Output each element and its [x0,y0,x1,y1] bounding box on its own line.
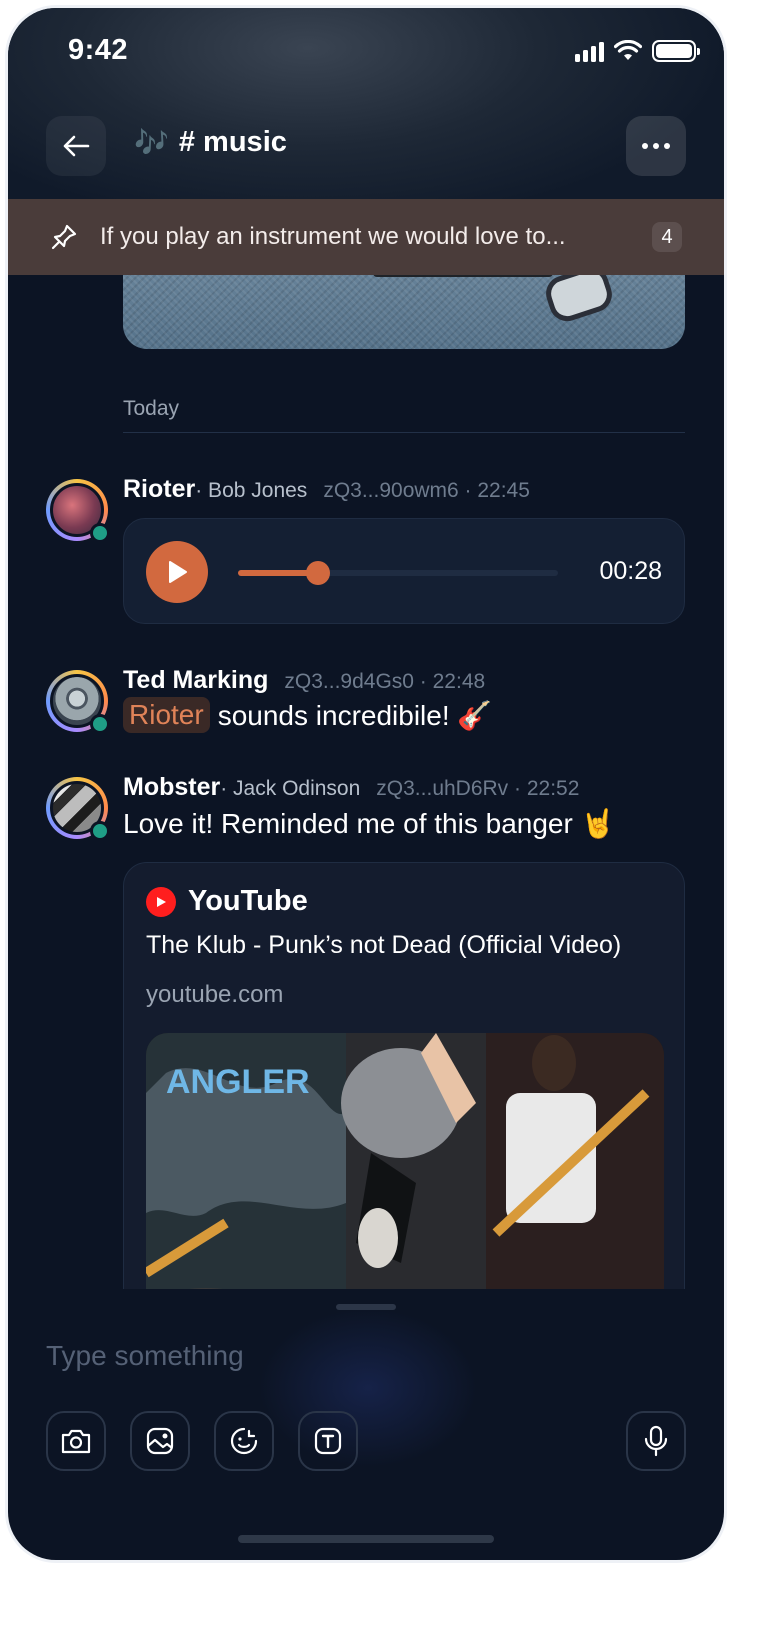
link-title: The Klub - Punk’s not Dead (Official Vid… [146,931,622,959]
username[interactable]: Ted Marking [123,666,268,695]
microphone-icon [644,1425,668,1457]
display-name: · Jack Odinson [220,777,361,800]
message-feed[interactable]: Today Rioter · Bob Jones zQ3...90owm6 · … [8,275,724,1289]
audio-scrubber-handle[interactable] [306,561,330,585]
display-name: · Bob Jones [195,479,308,502]
voice-record-button[interactable] [626,1411,686,1471]
audio-progress-track[interactable] [238,561,558,585]
link-preview-card[interactable]: YouTube The Klub - Punk’s not Dead (Offi… [123,862,685,1289]
avatar[interactable] [46,670,110,734]
username[interactable]: Mobster [123,773,220,802]
battery-icon [652,40,700,62]
link-domain: youtube.com [146,981,284,1008]
home-indicator [238,1535,494,1543]
day-divider [123,432,685,433]
link-source: YouTube [146,885,308,918]
camera-icon [61,1429,91,1454]
back-button[interactable] [46,116,106,176]
phone-screen: 9:42 🎶 # music If you play an instrument… [8,8,724,1560]
more-options-button[interactable] [626,116,686,176]
composer-glow [258,1308,478,1468]
day-divider-label: Today [123,397,180,420]
username[interactable]: Rioter [123,475,195,504]
message-text: Rioter sounds incredibile! 🎸 [123,697,492,733]
play-icon [169,561,187,583]
previous-image-attachment[interactable] [123,275,685,349]
cellular-signal-icon [575,40,604,62]
image-icon [146,1427,174,1455]
text-format-button[interactable] [298,1411,358,1471]
pinned-message-text: If you play an instrument we would love … [100,223,566,250]
message-header: Rioter · Bob Jones zQ3...90owm6 · 22:45 [123,475,530,504]
message-input[interactable]: Type something [46,1340,244,1372]
avatar[interactable] [46,479,110,543]
message-header: Mobster · Jack Odinson zQ3...uhD6Rv · 22… [123,773,579,802]
video-thumbnail[interactable]: ANGLER [146,1033,664,1289]
wifi-icon [614,40,642,60]
online-status-indicator [90,523,110,543]
message-meta: zQ3...uhD6Rv · 22:52 [376,777,580,800]
image-button[interactable] [130,1411,190,1471]
arrow-left-icon [63,135,90,157]
channel-title: 🎶 # music [134,126,287,159]
youtube-logo-icon [146,886,176,917]
more-horizontal-icon [642,143,648,149]
status-bar: 9:42 [8,8,724,98]
audio-duration: 00:28 [599,557,662,585]
message-header: Ted Marking zQ3...9d4Gs0 · 22:48 [123,666,485,695]
avatar[interactable] [46,777,110,841]
pinned-count-badge: 4 [652,222,682,252]
message-meta: zQ3...9d4Gs0 · 22:48 [284,670,486,693]
online-status-indicator [90,714,110,734]
pinned-message-bar[interactable]: If you play an instrument we would love … [8,199,724,275]
text-format-icon [314,1427,342,1455]
pin-icon [51,224,77,250]
music-notes-icon: 🎶 [134,127,169,158]
svg-text:ANGLER: ANGLER [166,1063,310,1101]
link-source-name: YouTube [188,885,308,917]
play-button[interactable] [146,541,208,603]
status-time: 9:42 [68,34,129,66]
message-text: Love it! Reminded me of this banger 🤘 [123,808,616,839]
channel-name: # music [178,126,287,158]
user-mention[interactable]: Rioter [123,697,210,733]
online-status-indicator [90,821,110,841]
sticker-button[interactable] [214,1411,274,1471]
message-meta: zQ3...90owm6 · 22:45 [323,479,530,502]
status-icons [575,40,700,62]
sticker-icon [230,1427,258,1455]
camera-button[interactable] [46,1411,106,1471]
audio-message: 00:28 [123,518,685,624]
message-body: sounds incredibile! 🎸 [217,699,493,731]
composer-drag-handle[interactable] [336,1304,396,1310]
